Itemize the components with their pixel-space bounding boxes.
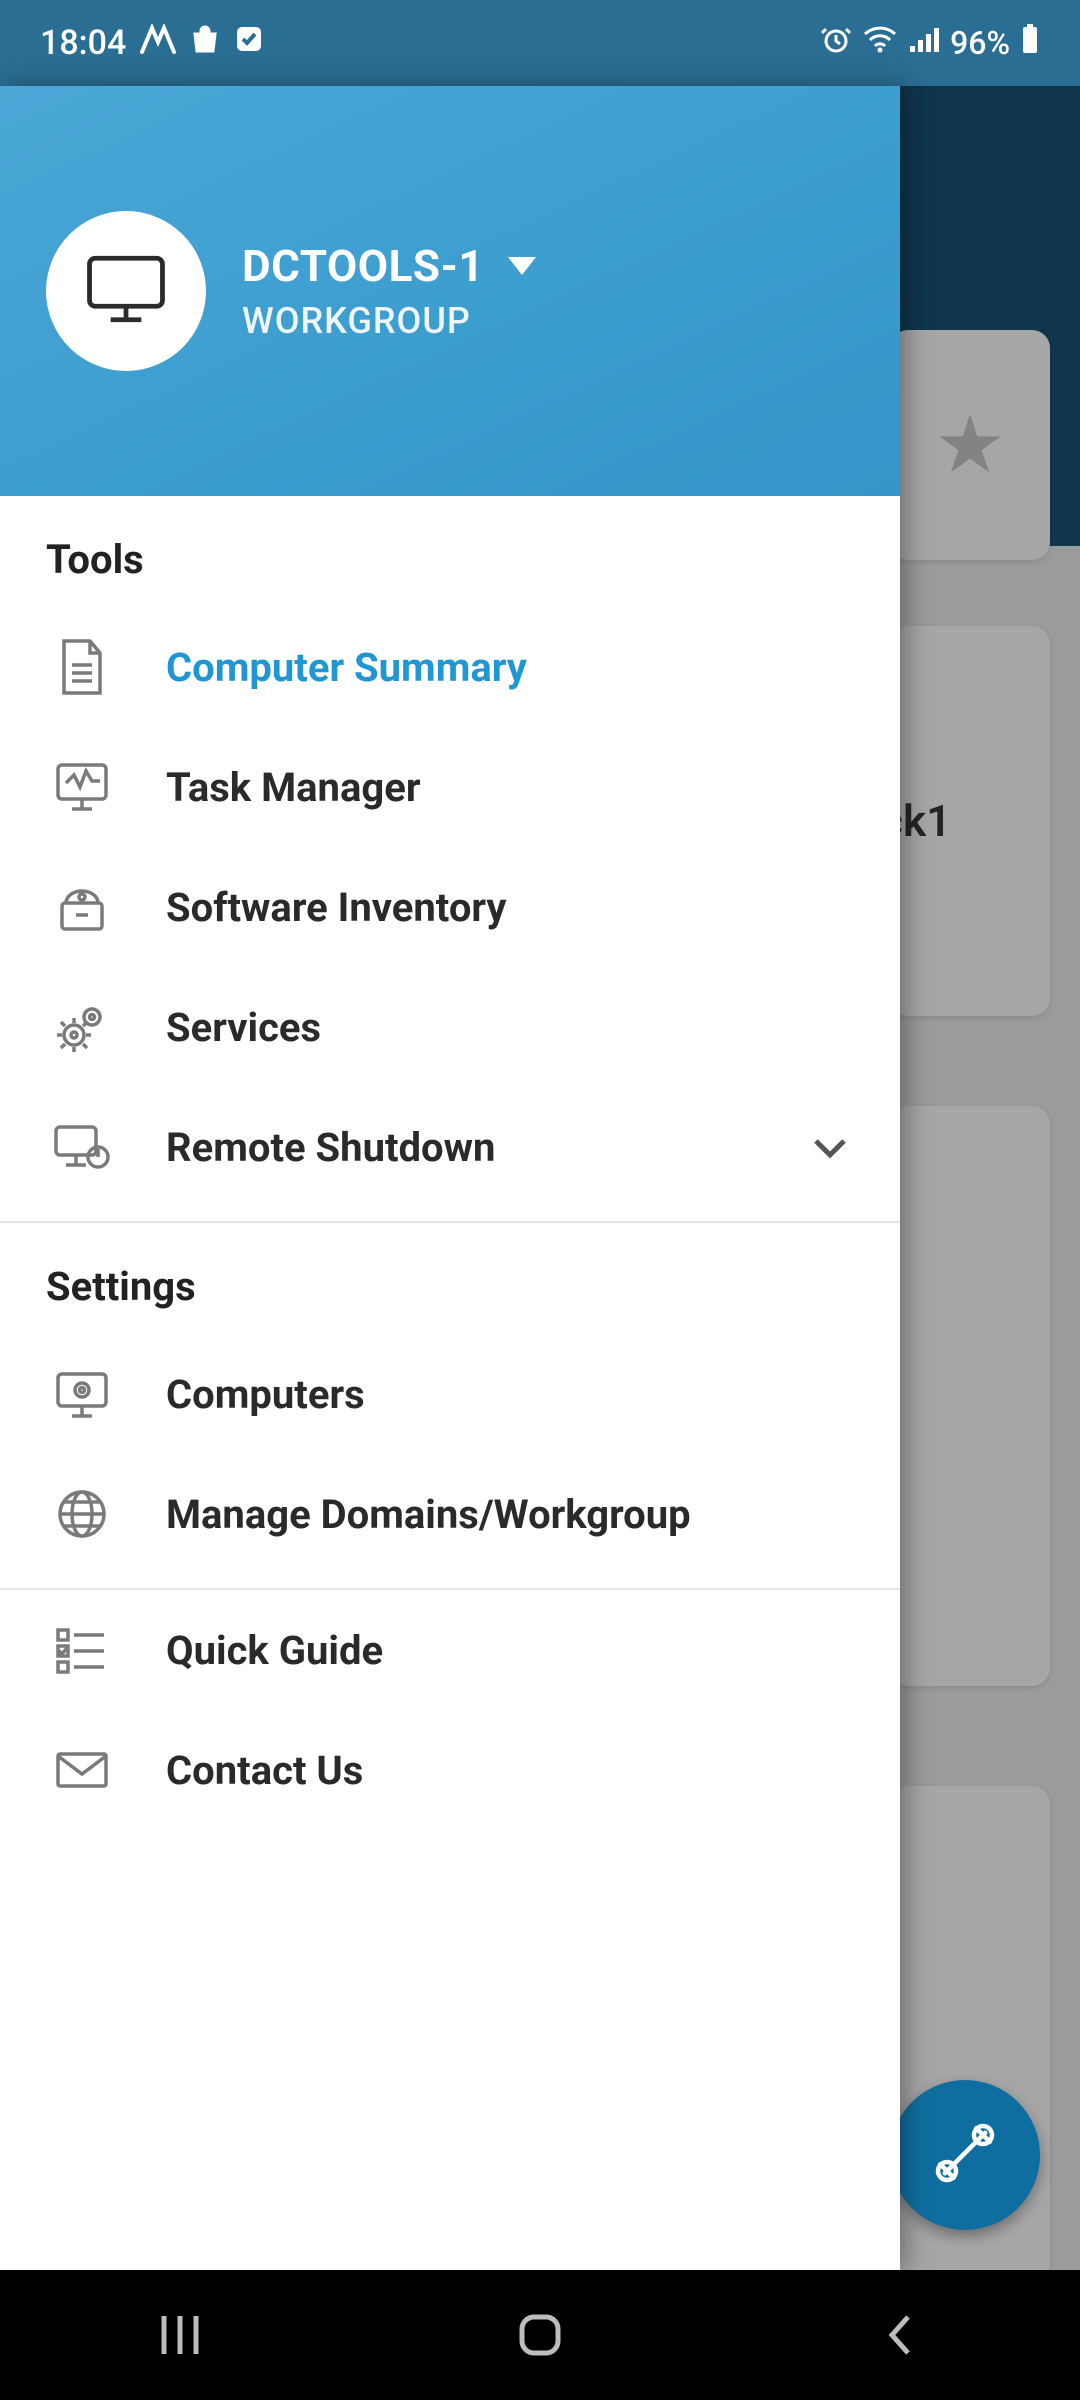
nav-item-services[interactable]: Services	[0, 967, 900, 1087]
wrench-icon	[929, 2117, 1001, 2193]
chevron-down-icon	[806, 1123, 854, 1171]
drawer-header[interactable]: DCTOOLS-1 WORKGROUP	[0, 86, 900, 496]
disk-icon	[46, 871, 118, 943]
nav-recents-button[interactable]	[140, 2305, 220, 2365]
nav-item-label: Software Inventory	[166, 884, 507, 931]
battery-icon	[1020, 23, 1040, 63]
section-tools-title: Tools	[0, 496, 900, 607]
nav-item-label: Manage Domains/Workgroup	[166, 1491, 691, 1538]
nav-item-computer-summary[interactable]: Computer Summary	[0, 607, 900, 727]
check-badge-icon	[234, 23, 264, 63]
nav-item-label: Computers	[166, 1371, 365, 1418]
status-time: 18:04	[40, 23, 126, 63]
nav-item-label: Services	[166, 1004, 321, 1051]
globe-icon	[46, 1478, 118, 1550]
monitor-gear-icon	[46, 1358, 118, 1430]
document-icon	[46, 631, 118, 703]
navigation-drawer: DCTOOLS-1 WORKGROUP Tools Computer Summa…	[0, 86, 900, 2270]
nav-item-label: Task Manager	[166, 764, 420, 811]
system-nav-bar	[0, 2270, 1080, 2400]
nav-item-software-inventory[interactable]: Software Inventory	[0, 847, 900, 967]
drawer-title: DCTOOLS-1	[242, 240, 484, 292]
app-indicator-icon	[140, 23, 176, 63]
nav-item-quick-guide[interactable]: Quick Guide	[0, 1590, 900, 1710]
monitor-icon	[78, 241, 174, 341]
tools-fab[interactable]	[890, 2080, 1040, 2230]
nav-back-button[interactable]	[860, 2305, 940, 2365]
nav-item-label: Quick Guide	[166, 1627, 383, 1674]
gears-icon	[46, 991, 118, 1063]
nav-item-contact-us[interactable]: Contact Us	[0, 1710, 900, 1830]
wifi-icon	[862, 24, 898, 62]
list-card[interactable]: ck1	[890, 626, 1050, 1016]
nav-item-manage-domains[interactable]: Manage Domains/Workgroup	[0, 1454, 900, 1574]
list-card[interactable]	[890, 1106, 1050, 1686]
status-bar: 18:04 96%	[0, 0, 1080, 86]
computer-avatar	[46, 211, 206, 371]
alarm-icon	[820, 23, 852, 63]
nav-home-button[interactable]	[500, 2305, 580, 2365]
nav-item-label: Remote Shutdown	[166, 1124, 495, 1171]
nav-item-label: Contact Us	[166, 1747, 363, 1794]
mail-icon	[46, 1734, 118, 1806]
chevron-down-icon[interactable]	[508, 257, 536, 275]
star-icon: ★	[934, 398, 1006, 492]
nav-item-label: Computer Summary	[166, 644, 527, 691]
status-battery-text: 96%	[950, 24, 1010, 62]
favorite-card[interactable]: ★	[890, 330, 1050, 560]
nav-item-computers[interactable]: Computers	[0, 1334, 900, 1454]
nav-item-remote-shutdown[interactable]: Remote Shutdown	[0, 1087, 900, 1207]
signal-icon	[908, 24, 940, 62]
monitor-activity-icon	[46, 751, 118, 823]
bag-icon	[190, 23, 220, 63]
monitor-power-icon	[46, 1111, 118, 1183]
checklist-icon	[46, 1614, 118, 1686]
drawer-subtitle: WORKGROUP	[242, 300, 536, 342]
section-settings-title: Settings	[0, 1223, 900, 1334]
nav-item-task-manager[interactable]: Task Manager	[0, 727, 900, 847]
